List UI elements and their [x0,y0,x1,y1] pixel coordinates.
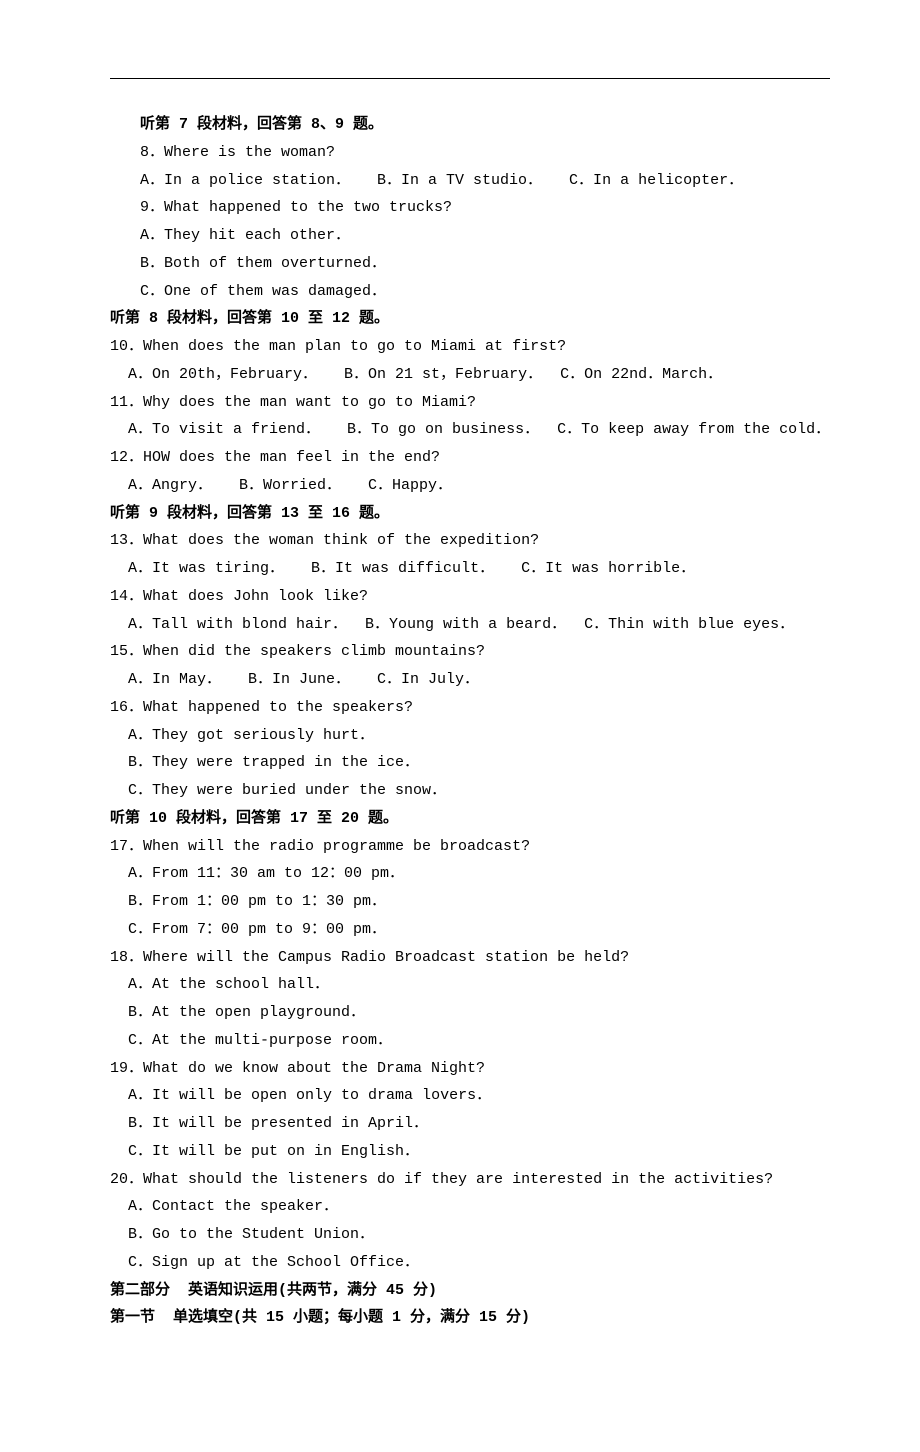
question-10-options: A．On 20th，February． B．On 21 st，February．… [110,361,830,389]
section-header-10: 听第 10 段材料，回答第 17 至 20 题。 [110,805,830,833]
question-12-options-inner: A．Angry． B．Worried． C．Happy． [128,477,452,494]
question-12-options: A．Angry． B．Worried． C．Happy． [110,472,830,500]
question-15-options-inner: A．In May． B．In June． C．In July． [128,671,479,688]
question-18-option-b: B．At the open playground． [110,999,830,1027]
section-header-9: 听第 9 段材料，回答第 13 至 16 题。 [110,500,830,528]
document-page: 听第 7 段材料，回答第 8、9 题。 8．Where is the woman… [0,0,920,1452]
question-20-option-c-inner: C．Sign up at the School Office． [128,1254,419,1271]
section-header-8: 听第 8 段材料，回答第 10 至 12 题。 [110,305,830,333]
question-14-options-inner: A．Tall with blond hair． B．Young with a b… [128,616,794,633]
question-15-options: A．In May． B．In June． C．In July． [110,666,830,694]
question-19-option-b: B．It will be presented in April． [110,1110,830,1138]
question-17-option-c: C．From 7：00 pm to 9：00 pm． [110,916,830,944]
question-9-text: 9．What happened to the two trucks? [110,194,830,222]
question-19-text: 19．What do we know about the Drama Night… [110,1055,830,1083]
question-20-option-c: C．Sign up at the School Office． [110,1249,830,1277]
question-16-option-c-inner: C．They were buried under the snow． [128,782,446,799]
question-16-option-c: C．They were buried under the snow． [110,777,830,805]
question-9-option-a: A．They hit each other． [110,222,830,250]
question-20-text: 20．What should the listeners do if they … [110,1166,830,1194]
question-18-option-c: C．At the multi-purpose room． [110,1027,830,1055]
horizontal-rule [110,78,830,79]
question-17-option-b: B．From 1：00 pm to 1：30 pm． [110,888,830,916]
question-19-option-b-inner: B．It will be presented in April． [128,1115,428,1132]
question-13-options-inner: A．It was tiring． B．It was difficult． C．I… [128,560,695,577]
question-18-option-b-inner: B．At the open playground． [128,1004,365,1021]
question-16-option-a-inner: A．They got seriously hurt． [128,727,374,744]
question-14-text: 14．What does John look like? [110,583,830,611]
question-17-option-c-inner: C．From 7：00 pm to 9：00 pm． [128,921,386,938]
question-17-option-a: A．From 11：30 am to 12：00 pm． [110,860,830,888]
question-10-text: 10．When does the man plan to go to Miami… [110,333,830,361]
question-11-options-inner: A．To visit a friend． B．To go on business… [128,421,830,438]
question-19-option-a-inner: A．It will be open only to drama lovers． [128,1087,491,1104]
question-16-option-a: A．They got seriously hurt． [110,722,830,750]
question-16-option-b-inner: B．They were trapped in the ice． [128,754,419,771]
question-18-option-a: A．At the school hall． [110,971,830,999]
section-header-7: 听第 7 段材料，回答第 8、9 题。 [110,111,830,139]
question-20-option-a: A．Contact the speaker． [110,1193,830,1221]
question-9-option-b: B．Both of them overturned． [110,250,830,278]
question-20-option-a-inner: A．Contact the speaker． [128,1198,338,1215]
question-10-options-inner: A．On 20th，February． B．On 21 st，February．… [128,366,722,383]
question-20-option-b-inner: B．Go to the Student Union． [128,1226,374,1243]
question-17-text: 17．When will the radio programme be broa… [110,833,830,861]
question-8-options: A．In a police station． B．In a TV studio．… [110,167,830,195]
question-15-text: 15．When did the speakers climb mountains… [110,638,830,666]
question-13-options: A．It was tiring． B．It was difficult． C．I… [110,555,830,583]
question-13-text: 13．What does the woman think of the expe… [110,527,830,555]
question-20-option-b: B．Go to the Student Union． [110,1221,830,1249]
part-2-header: 第二部分 英语知识运用(共两节，满分 45 分) [110,1277,830,1305]
question-18-option-a-inner: A．At the school hall． [128,976,329,993]
question-19-option-c: C．It will be put on in English． [110,1138,830,1166]
question-17-option-b-inner: B．From 1：00 pm to 1：30 pm． [128,893,386,910]
question-8-text: 8．Where is the woman? [110,139,830,167]
question-11-options: A．To visit a friend． B．To go on business… [110,416,830,444]
part-2-section-1: 第一节 单选填空(共 15 小题；每小题 1 分，满分 15 分) [110,1304,830,1332]
question-11-text: 11．Why does the man want to go to Miami? [110,389,830,417]
question-9-option-c: C．One of them was damaged． [110,278,830,306]
question-16-option-b: B．They were trapped in the ice． [110,749,830,777]
question-18-option-c-inner: C．At the multi-purpose room． [128,1032,392,1049]
question-19-option-a: A．It will be open only to drama lovers． [110,1082,830,1110]
question-14-options: A．Tall with blond hair． B．Young with a b… [110,611,830,639]
question-17-option-a-inner: A．From 11：30 am to 12：00 pm． [128,865,404,882]
question-19-option-c-inner: C．It will be put on in English． [128,1143,419,1160]
question-12-text: 12．HOW does the man feel in the end? [110,444,830,472]
question-16-text: 16．What happened to the speakers? [110,694,830,722]
question-18-text: 18．Where will the Campus Radio Broadcast… [110,944,830,972]
